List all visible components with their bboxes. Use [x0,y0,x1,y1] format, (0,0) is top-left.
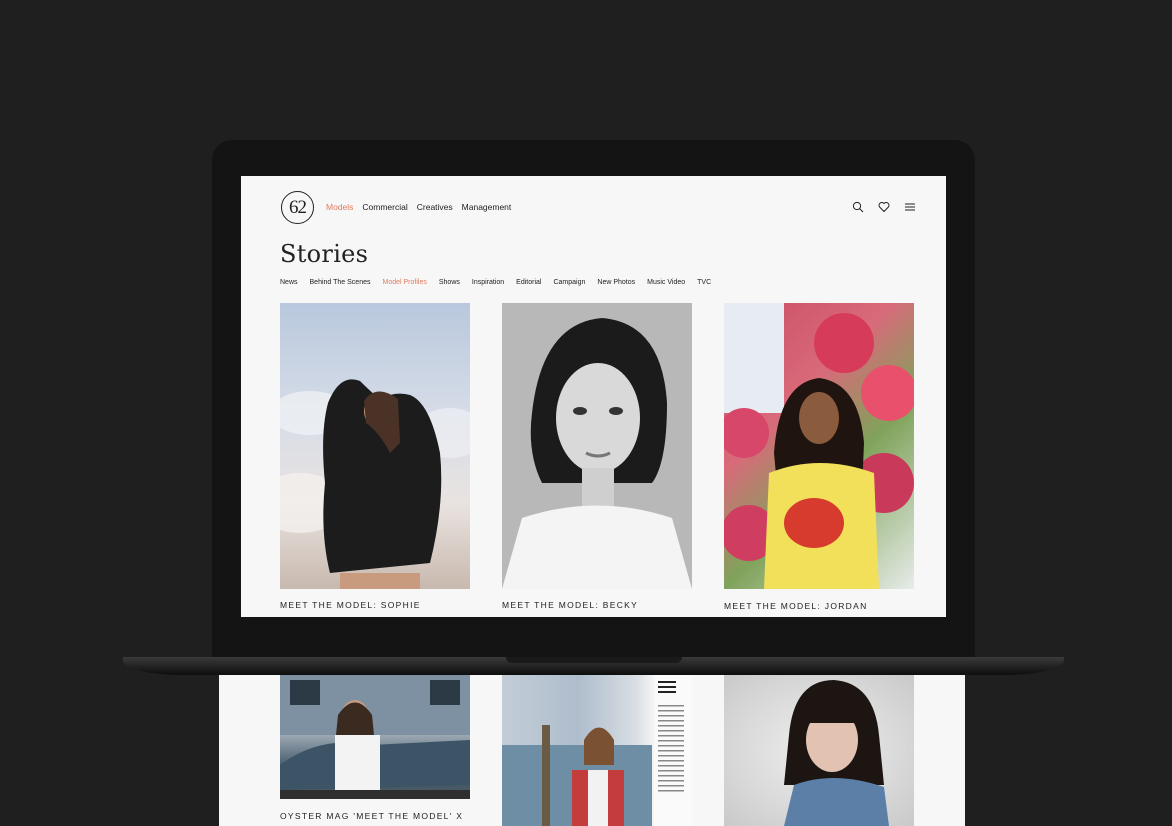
story-caption[interactable]: MEET THE MODEL: BECKY [502,600,638,610]
story-caption[interactable]: MEET THE MODEL: SOPHIE [280,600,421,610]
story-caption[interactable]: OYSTER MAG 'MEET THE MODEL' X SOPHIA FRA… [280,810,470,826]
category-campaign[interactable]: Campaign [553,279,585,286]
category-shows[interactable]: Shows [439,279,460,286]
category-filter: News Behind The Scenes Model Profiles Sh… [280,279,711,286]
category-inspiration[interactable]: Inspiration [472,279,504,286]
logo[interactable]: 62 [281,191,314,224]
category-news[interactable]: News [280,279,298,286]
category-tvc[interactable]: TVC [697,279,711,286]
category-editorial[interactable]: Editorial [516,279,541,286]
nav-item-creatives[interactable]: Creatives [417,202,453,212]
nav-item-commercial[interactable]: Commercial [362,202,407,212]
story-image-becky[interactable] [502,303,692,589]
logo-text: 62 [289,196,307,218]
page-continuation: OYSTER MAG 'MEET THE MODEL' X SOPHIA FRA… [219,675,965,826]
header-icons [852,201,916,213]
nav-item-models[interactable]: Models [326,202,353,212]
laptop-notch [506,657,682,663]
main-nav: Models Commercial Creatives Management [326,202,511,212]
laptop-screen: 62 Models Commercial Creatives Managemen… [241,176,946,617]
story-image-magazine[interactable] [502,675,692,826]
page-title: Stories [280,240,369,268]
nav-item-management[interactable]: Management [462,202,512,212]
category-new-photos[interactable]: New Photos [597,279,635,286]
story-image-oyster[interactable] [280,675,470,799]
story-image-denim[interactable] [724,675,914,826]
search-icon[interactable] [852,201,864,213]
heart-icon[interactable] [878,201,890,213]
category-behind-the-scenes[interactable]: Behind The Scenes [310,279,371,286]
menu-icon[interactable] [904,201,916,213]
story-image-sophie[interactable] [280,303,470,589]
category-model-profiles[interactable]: Model Profiles [383,279,427,286]
story-image-jordan[interactable] [724,303,914,589]
category-music-video[interactable]: Music Video [647,279,685,286]
story-caption[interactable]: MEET THE MODEL: JORDAN [724,601,868,611]
